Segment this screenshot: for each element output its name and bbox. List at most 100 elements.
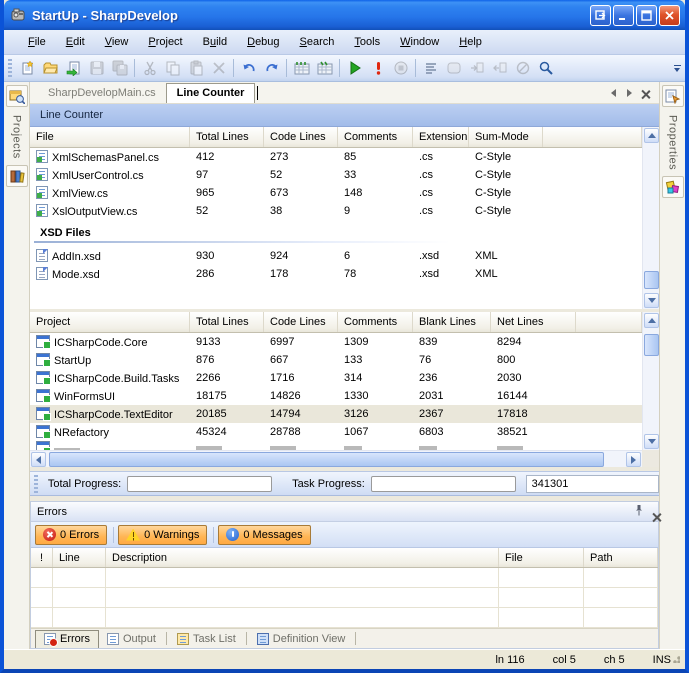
empty-cell [499, 568, 584, 588]
close-tab-button[interactable] [637, 86, 653, 100]
scrollbar-thumb[interactable] [644, 271, 659, 289]
table-row[interactable]: XslOutputView.cs52389.csC-Style [30, 202, 642, 220]
warnings-filter-button[interactable]: 0 Warnings [118, 525, 207, 545]
empty-cell [106, 568, 499, 588]
value-cell: 673 [264, 187, 338, 199]
fullscreen-button[interactable] [590, 5, 611, 26]
menu-view[interactable]: View [95, 32, 139, 52]
projects-pad-button[interactable] [6, 85, 28, 107]
column-header-file[interactable]: File [499, 548, 584, 567]
scroll-right-button[interactable] [626, 452, 641, 467]
table-row[interactable]: AddIn.xsd9309246.xsdXML [30, 247, 642, 265]
tab-task-list[interactable]: Task List [169, 631, 244, 648]
title-bar[interactable]: StartUp - SharpDevelop [4, 0, 685, 30]
menu-project[interactable]: Project [138, 32, 192, 52]
scroll-down-button[interactable] [644, 434, 659, 449]
build-button[interactable] [366, 57, 389, 79]
bookmark-grid-button-2[interactable] [313, 57, 336, 79]
menu-window[interactable]: Window [390, 32, 449, 52]
column-header-project[interactable]: Project [30, 312, 190, 332]
table-row[interactable]: XmlView.cs965673148.csC-Style [30, 184, 642, 202]
value-cell: C-Style [469, 205, 543, 217]
column-header-severity[interactable]: ! [31, 548, 53, 567]
table-row[interactable]: NRefactory45324287881067680338521 [30, 423, 642, 441]
menu-help[interactable]: Help [449, 32, 492, 52]
column-header-sum-mode[interactable]: Sum-Mode [469, 127, 543, 147]
undo-button[interactable] [237, 57, 260, 79]
close-button[interactable] [659, 5, 680, 26]
tab-definition-view[interactable]: Definition View [249, 631, 354, 648]
column-header-total-lines[interactable]: Total Lines [190, 127, 264, 147]
progress-panel-grip[interactable] [34, 475, 38, 493]
value-cell: 14826 [264, 390, 338, 402]
menu-build[interactable]: Build [193, 32, 237, 52]
column-header-extension[interactable]: Extension [413, 127, 469, 147]
tab-errors[interactable]: Errors [35, 630, 99, 648]
file-import-button[interactable] [62, 57, 85, 79]
column-header-file[interactable]: File [30, 127, 190, 147]
projects-table-hscrollbar[interactable] [30, 450, 642, 467]
properties-pad-button[interactable] [662, 85, 684, 107]
table-row[interactable]: XmlSchemasPanel.cs41227385.csC-Style [30, 148, 642, 166]
maximize-button[interactable] [636, 5, 657, 26]
scroll-left-button[interactable] [31, 452, 46, 467]
prev-tab-button[interactable] [605, 86, 621, 100]
column-header-comments[interactable]: Comments [338, 312, 413, 332]
scroll-up-button[interactable] [644, 313, 659, 328]
new-file-button[interactable] [16, 57, 39, 79]
errors-filter-button[interactable]: 0 Errors [35, 525, 107, 545]
tab-line-counter[interactable]: Line Counter [166, 83, 256, 103]
menu-debug[interactable]: Debug [237, 32, 289, 52]
run-button[interactable] [343, 57, 366, 79]
column-header-comments[interactable]: Comments [338, 127, 413, 147]
table-row[interactable]: StartUp87666713376800 [30, 351, 642, 369]
bookmark-grid-button[interactable] [290, 57, 313, 79]
window-title: StartUp - SharpDevelop [32, 8, 588, 23]
scrollbar-thumb[interactable] [49, 452, 604, 467]
menu-file[interactable]: File [18, 32, 56, 52]
pin-button[interactable] [634, 504, 644, 519]
column-header-code-lines[interactable]: Code Lines [264, 127, 338, 147]
table-row[interactable]: XmlUserControl.cs975233.csC-Style [30, 166, 642, 184]
scroll-down-button[interactable] [644, 293, 659, 308]
tab-output[interactable]: Output [99, 631, 164, 648]
sort-lines-button[interactable] [419, 57, 442, 79]
value-cell: 9133 [190, 336, 264, 348]
minimize-button[interactable] [613, 5, 634, 26]
toolbar-grip[interactable] [8, 59, 12, 77]
open-file-button[interactable] [39, 57, 62, 79]
scrollbar-thumb[interactable] [644, 334, 659, 356]
empty-cell [53, 588, 106, 608]
sidebar-tab-properties[interactable]: Properties [667, 109, 679, 176]
toolbox-pad-button[interactable] [662, 176, 684, 198]
item-name: StartUp [54, 355, 91, 367]
column-header-description[interactable]: Description [106, 548, 499, 567]
menu-tools[interactable]: Tools [344, 32, 390, 52]
table-row[interactable]: WinFormsUI18175148261330203116144 [30, 387, 642, 405]
sidebar-tab-projects[interactable]: Projects [11, 109, 23, 165]
column-header-total-lines[interactable]: Total Lines [190, 312, 264, 332]
column-header-net-lines[interactable]: Net Lines [491, 312, 576, 332]
redo-button[interactable] [260, 57, 283, 79]
toolbar-overflow-button[interactable] [671, 56, 683, 80]
column-header-blank-lines[interactable]: Blank Lines [413, 312, 491, 332]
tab-sharpdevelopmain[interactable]: SharpDevelopMain.cs [38, 84, 166, 103]
messages-filter-button[interactable]: 0 Messages [218, 525, 310, 545]
table-row[interactable]: ICSharpCode.TextEditor201851479431262367… [30, 405, 642, 423]
next-tab-button[interactable] [621, 86, 637, 100]
step-out-button [488, 57, 511, 79]
menu-edit[interactable]: Edit [56, 32, 95, 52]
resize-grip[interactable] [670, 653, 680, 663]
table-row[interactable]: Mode.xsd28617878.xsdXML [30, 265, 642, 283]
scroll-up-button[interactable] [644, 128, 659, 143]
projects-table-vscrollbar[interactable] [642, 312, 659, 450]
column-header-line[interactable]: Line [53, 548, 106, 567]
table-row[interactable]: ICSharpCode.Core9133699713098398294 [30, 333, 642, 351]
menu-search[interactable]: Search [290, 32, 345, 52]
column-header-code-lines[interactable]: Code Lines [264, 312, 338, 332]
column-header-path[interactable]: Path [584, 548, 658, 567]
search-button[interactable] [534, 57, 557, 79]
classes-pad-button[interactable] [6, 165, 28, 187]
table-row[interactable]: ICSharpCode.Build.Tasks22661716314236203… [30, 369, 642, 387]
files-table-vscrollbar[interactable] [642, 127, 659, 309]
